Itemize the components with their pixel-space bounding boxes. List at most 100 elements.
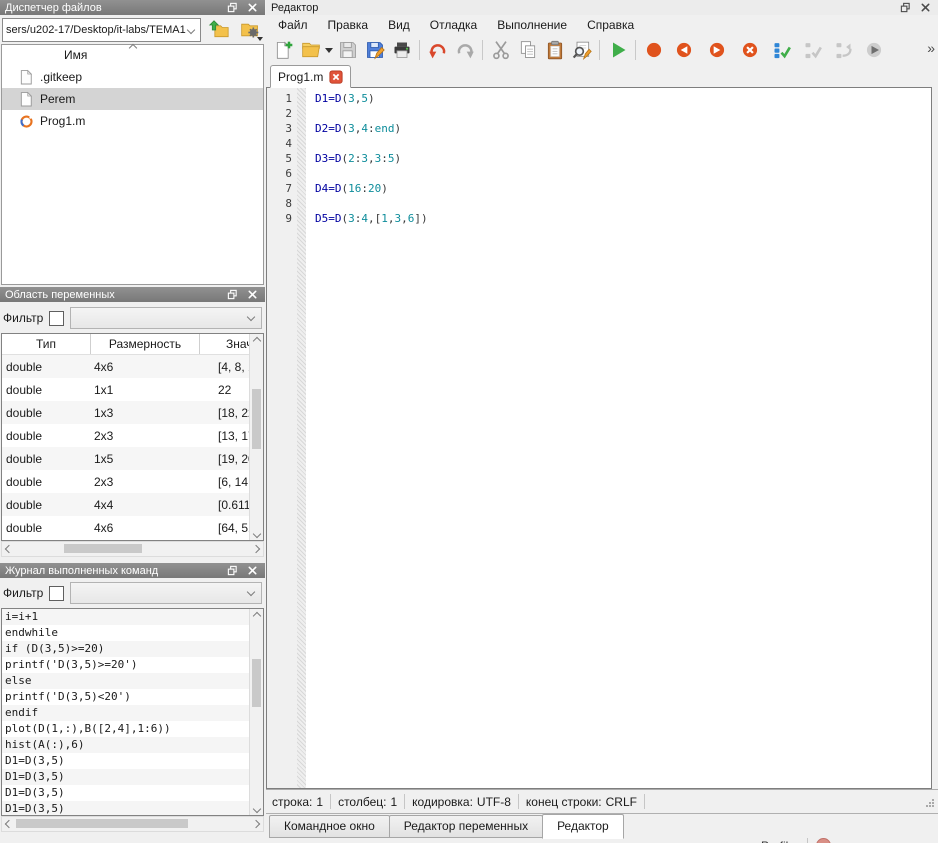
filter-combobox[interactable] [70,307,262,329]
filter-checkbox[interactable] [49,311,64,326]
undock-icon[interactable] [897,1,913,14]
one-directory-up-button[interactable] [205,18,232,42]
save-file-icon[interactable] [334,38,361,62]
step-out-icon[interactable] [828,38,859,62]
close-icon[interactable] [917,1,933,14]
history-command[interactable]: i=i+1 [2,609,250,625]
history-command[interactable]: hist(A(:),6) [2,737,250,753]
current-directory-input[interactable]: sers/u202-17/Desktop/it-labs/TEMA1 [2,18,201,42]
history-command[interactable]: D1=D(3,5) [2,769,250,785]
column-header[interactable]: Тип [2,334,91,354]
run-file-icon[interactable] [604,38,631,62]
scroll-down-icon[interactable] [250,802,263,815]
scroll-right-icon[interactable] [252,545,260,553]
copy-icon[interactable] [514,38,541,62]
variable-row[interactable]: double2x3[6, 14, 26 [2,470,250,493]
redo-icon[interactable] [451,38,478,62]
editor-tab[interactable]: Prog1.m [270,65,351,88]
folder-actions-button[interactable] [236,18,263,42]
paste-icon[interactable] [541,38,568,62]
history-command[interactable]: D1=D(3,5) [2,785,250,801]
variables-table[interactable]: ТипРазмерностьЗнач double4x6[4, 8, 12,do… [1,333,264,541]
chevron-down-icon[interactable] [187,25,195,33]
history-command[interactable]: D1=D(3,5) [2,801,250,816]
vertical-scrollbar[interactable] [249,334,263,540]
history-command[interactable]: else [2,673,250,689]
close-icon[interactable] [244,288,260,301]
undock-icon[interactable] [224,564,240,577]
open-file-dropdown-icon[interactable] [324,38,334,62]
code-token: 3 [348,212,355,225]
scroll-left-icon[interactable] [5,545,13,553]
file-row[interactable]: Perem [2,88,263,110]
close-icon[interactable] [244,1,260,14]
history-command[interactable]: D1=D(3,5) [2,753,250,769]
open-file-icon[interactable] [297,38,324,62]
print-icon[interactable] [388,38,415,62]
step-icon[interactable] [766,38,797,62]
code-editor-area[interactable]: 123456789 D1=D(3,5)D2=D(3,4:end)D3=D(2:3… [266,87,932,789]
menu-файл[interactable]: Файл [268,15,318,36]
code-text[interactable]: D1=D(3,5)D2=D(3,4:end)D3=D(2:3,3:5)D4=D(… [306,88,931,788]
variable-row[interactable]: double1x122 [2,378,250,401]
scrollbar-thumb[interactable] [252,389,261,449]
previous-breakpoint-icon[interactable] [667,38,700,62]
menu-отладка[interactable]: Отладка [420,15,487,36]
history-command[interactable]: endif [2,705,250,721]
window-tab[interactable]: Командное окно [269,815,390,838]
tab-close-icon[interactable] [329,70,343,84]
scroll-right-icon[interactable] [252,820,260,828]
history-command[interactable]: plot(D(1,:),B([2,4],1:6)) [2,721,250,737]
history-list[interactable]: i=i+1endwhileif (D(3,5)>=20)printf('D(3,… [1,608,264,816]
menu-справка[interactable]: Справка [577,15,644,36]
horizontal-scrollbar[interactable] [1,541,264,557]
save-file-as-icon[interactable] [361,38,388,62]
profiler-icon[interactable] [816,838,831,843]
vertical-scrollbar[interactable] [249,609,263,815]
filter-checkbox[interactable] [49,586,64,601]
close-icon[interactable] [244,564,260,577]
filter-combobox[interactable] [70,582,262,604]
scrollbar-thumb[interactable] [16,819,188,828]
file-row[interactable]: .gitkeep [2,66,263,88]
file-row[interactable]: Prog1.m [2,110,263,132]
resize-grip-icon[interactable] [925,797,935,811]
next-breakpoint-icon[interactable] [700,38,733,62]
horizontal-scrollbar[interactable] [1,816,264,832]
toggle-breakpoint-icon[interactable] [640,38,667,62]
scrollbar-thumb[interactable] [252,659,261,707]
undock-icon[interactable] [224,288,240,301]
history-command[interactable]: if (D(3,5)>=20) [2,641,250,657]
menu-выполнение[interactable]: Выполнение [487,15,577,36]
cut-icon[interactable] [487,38,514,62]
window-tab[interactable]: Редактор [542,814,624,839]
variable-row[interactable]: double4x6[64, 512, [2,516,250,539]
variable-row[interactable]: double4x4[0.6110, [2,493,250,516]
scrollbar-thumb[interactable] [64,544,142,553]
undock-icon[interactable] [224,1,240,14]
continue-icon[interactable] [859,38,889,62]
scroll-up-icon[interactable] [250,609,263,622]
column-header[interactable]: Размерность [91,334,200,354]
variable-row[interactable]: double1x3[18, 22, 2 [2,401,250,424]
variable-row[interactable]: double4x6[4, 8, 12, [2,355,250,378]
toolbar-overflow-icon[interactable]: » [927,40,935,56]
remove-all-breakpoints-icon[interactable] [733,38,766,62]
step-in-icon[interactable] [797,38,828,62]
scroll-up-icon[interactable] [250,334,263,347]
history-command[interactable]: endwhile [2,625,250,641]
undo-icon[interactable] [424,38,451,62]
scroll-left-icon[interactable] [5,820,13,828]
new-script-icon[interactable] [270,38,297,62]
variable-row[interactable]: double2x3[13, 17, 2 [2,424,250,447]
find-and-replace-icon[interactable] [568,38,595,62]
variable-row[interactable]: double1x5[19, 20, 2 [2,447,250,470]
history-command[interactable]: printf('D(3,5)<20') [2,689,250,705]
scroll-down-icon[interactable] [250,527,263,540]
toolbar-separator [419,40,420,60]
menu-правка[interactable]: Правка [318,15,379,36]
history-command[interactable]: printf('D(3,5)>=20') [2,657,250,673]
file-list[interactable]: Имя .gitkeepPeremProg1.m [1,44,264,285]
window-tab[interactable]: Редактор переменных [389,815,543,838]
menu-вид[interactable]: Вид [378,15,420,36]
